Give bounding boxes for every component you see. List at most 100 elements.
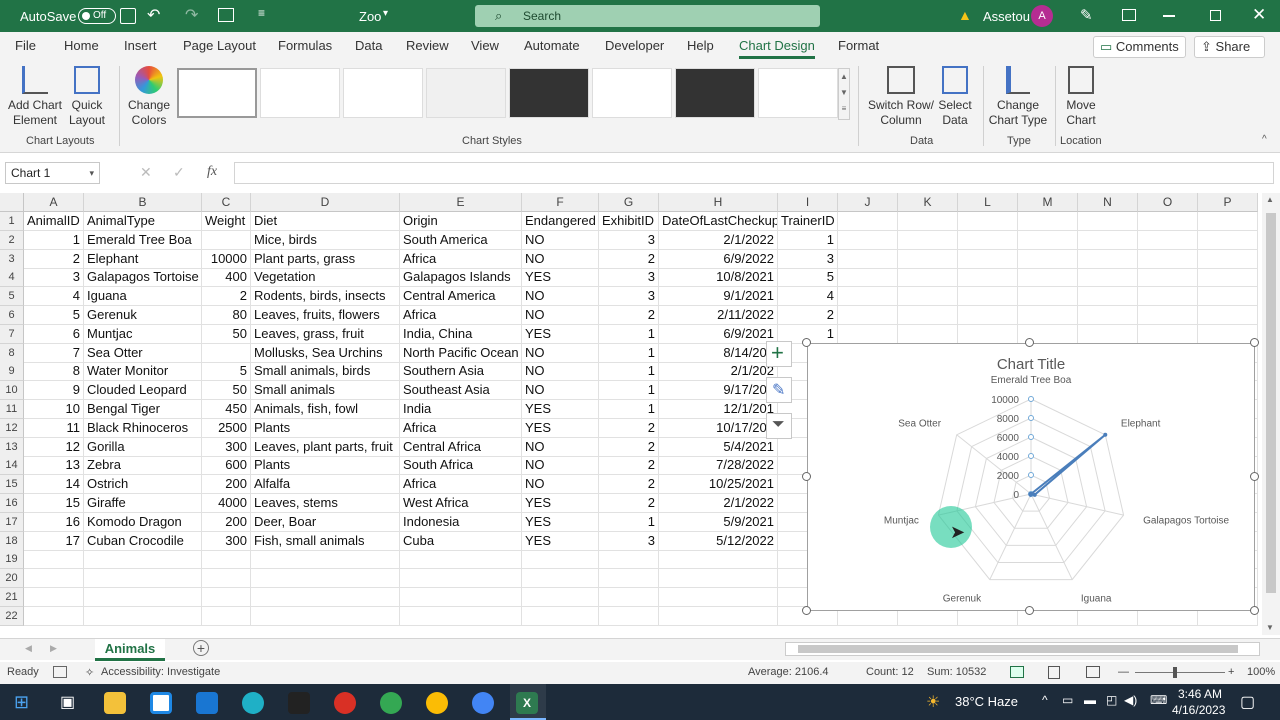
cell[interactable]: Zebra <box>84 456 202 476</box>
cell[interactable] <box>958 249 1018 269</box>
column-header-e[interactable]: E <box>400 193 522 212</box>
cell[interactable]: Cuba <box>400 531 522 551</box>
row-header-18[interactable]: 18 <box>0 531 24 551</box>
mail-icon[interactable] <box>196 692 218 714</box>
cell[interactable] <box>400 569 522 589</box>
cell[interactable]: 2 <box>24 249 84 269</box>
zoom-slider[interactable] <box>1135 672 1225 673</box>
formula-input[interactable] <box>234 162 1274 184</box>
cell[interactable]: 12/1/201 <box>659 400 778 419</box>
cell[interactable] <box>898 306 958 325</box>
resize-handle[interactable] <box>802 472 811 481</box>
cell[interactable]: 10/8/2021 <box>659 268 778 288</box>
cell[interactable] <box>838 287 898 307</box>
cell[interactable]: 3 <box>599 287 659 307</box>
cell[interactable] <box>1138 268 1198 288</box>
close-icon[interactable]: ✕ <box>1252 5 1266 25</box>
cell[interactable] <box>522 569 599 589</box>
resize-handle[interactable] <box>1025 606 1034 615</box>
cell[interactable]: 80 <box>202 306 251 325</box>
resize-handle[interactable] <box>1250 338 1259 347</box>
cell[interactable]: 400 <box>202 268 251 288</box>
cell[interactable] <box>898 324 958 344</box>
cell[interactable] <box>958 268 1018 288</box>
weather-text[interactable]: 38°C Haze <box>955 694 1018 709</box>
zoom-out-icon[interactable]: — <box>1118 666 1129 678</box>
cell[interactable]: Galapagos Tortoise <box>84 268 202 288</box>
radar-chart[interactable]: Chart Title Emerald Tree Boa Elephant Galap… <box>807 343 1255 611</box>
resize-handle[interactable] <box>1250 472 1259 481</box>
column-header-k[interactable]: K <box>898 193 958 212</box>
cell[interactable] <box>838 249 898 269</box>
column-header-a[interactable]: A <box>24 193 84 212</box>
cell[interactable]: 1 <box>778 230 838 250</box>
add-chart-element-button[interactable]: Add Chart Element <box>5 66 65 128</box>
resize-handle[interactable] <box>802 606 811 615</box>
cell[interactable]: Giraffe <box>84 494 202 513</box>
prev-sheet-icon[interactable]: ◀ <box>25 643 32 654</box>
cell[interactable] <box>659 588 778 607</box>
cell[interactable] <box>659 606 778 626</box>
cell[interactable]: Origin <box>400 212 522 231</box>
column-header-o[interactable]: O <box>1138 193 1198 212</box>
cell[interactable]: 5/12/2022 <box>659 531 778 551</box>
cell[interactable] <box>1198 324 1258 344</box>
cell[interactable]: Small animals, birds <box>251 362 400 382</box>
cell[interactable]: Central Africa <box>400 437 522 457</box>
windows-start-icon[interactable]: ⊞ <box>14 692 29 713</box>
tray-icon[interactable]: ▭ <box>1062 693 1073 707</box>
chart-elements-button[interactable]: + <box>766 340 792 367</box>
chart-style-7[interactable] <box>675 68 755 118</box>
styles-scroll[interactable]: ▲ ▼ ≡ <box>838 68 850 120</box>
column-header-i[interactable]: I <box>778 193 838 212</box>
chrome-icon[interactable] <box>334 692 356 714</box>
menu-view[interactable]: View <box>471 38 499 53</box>
cell[interactable] <box>958 324 1018 344</box>
clock-time[interactable]: 3:46 AM <box>1178 687 1222 701</box>
cell[interactable]: Bengal Tiger <box>84 400 202 419</box>
cell[interactable]: Central America <box>400 287 522 307</box>
cell[interactable] <box>659 569 778 589</box>
zoom-slider-thumb[interactable] <box>1173 667 1177 678</box>
cell[interactable]: Clouded Leopard <box>84 381 202 401</box>
cell[interactable]: 13 <box>24 456 84 476</box>
cell[interactable]: NO <box>522 343 599 363</box>
row-header-13[interactable]: 13 <box>0 437 24 457</box>
cell[interactable] <box>24 569 84 589</box>
chrome-profile-icon[interactable] <box>472 692 494 714</box>
share-button[interactable]: ⇪ Share <box>1194 36 1265 58</box>
normal-view-icon[interactable] <box>1010 666 1024 678</box>
cell[interactable] <box>1198 249 1258 269</box>
cell[interactable]: TrainerID <box>778 212 838 231</box>
minimize-icon[interactable] <box>1163 15 1175 17</box>
warning-icon[interactable]: ▲ <box>958 7 972 23</box>
cell[interactable]: Indonesia <box>400 512 522 532</box>
cell[interactable]: 8 <box>24 362 84 382</box>
cell[interactable]: Deer, Boar <box>251 512 400 532</box>
column-header-h[interactable]: H <box>659 193 778 212</box>
save-icon[interactable] <box>120 8 136 24</box>
cell[interactable]: 2500 <box>202 418 251 438</box>
cell[interactable] <box>599 588 659 607</box>
cell[interactable]: Animals, fish, fowl <box>251 400 400 419</box>
quick-layout-button[interactable]: Quick Layout <box>64 66 110 128</box>
move-chart-button[interactable]: Move Chart <box>1058 66 1104 128</box>
macro-record-icon[interactable] <box>53 666 67 678</box>
cell[interactable]: 15 <box>24 494 84 513</box>
cell[interactable] <box>24 606 84 626</box>
cell[interactable] <box>24 588 84 607</box>
cell[interactable]: Fish, small animals <box>251 531 400 551</box>
cell[interactable] <box>1198 212 1258 231</box>
cell[interactable]: 2 <box>202 287 251 307</box>
row-header-5[interactable]: 5 <box>0 287 24 307</box>
cell[interactable]: Water Monitor <box>84 362 202 382</box>
cell[interactable]: 3 <box>599 531 659 551</box>
cell[interactable]: Elephant <box>84 249 202 269</box>
cell[interactable]: 200 <box>202 475 251 495</box>
menu-automate[interactable]: Automate <box>524 38 580 53</box>
notifications-icon[interactable]: ▢ <box>1240 692 1255 712</box>
cell[interactable] <box>1078 324 1138 344</box>
user-name[interactable]: Assetou <box>983 9 1030 24</box>
cell[interactable]: 10 <box>24 400 84 419</box>
resize-handle[interactable] <box>1025 338 1034 347</box>
